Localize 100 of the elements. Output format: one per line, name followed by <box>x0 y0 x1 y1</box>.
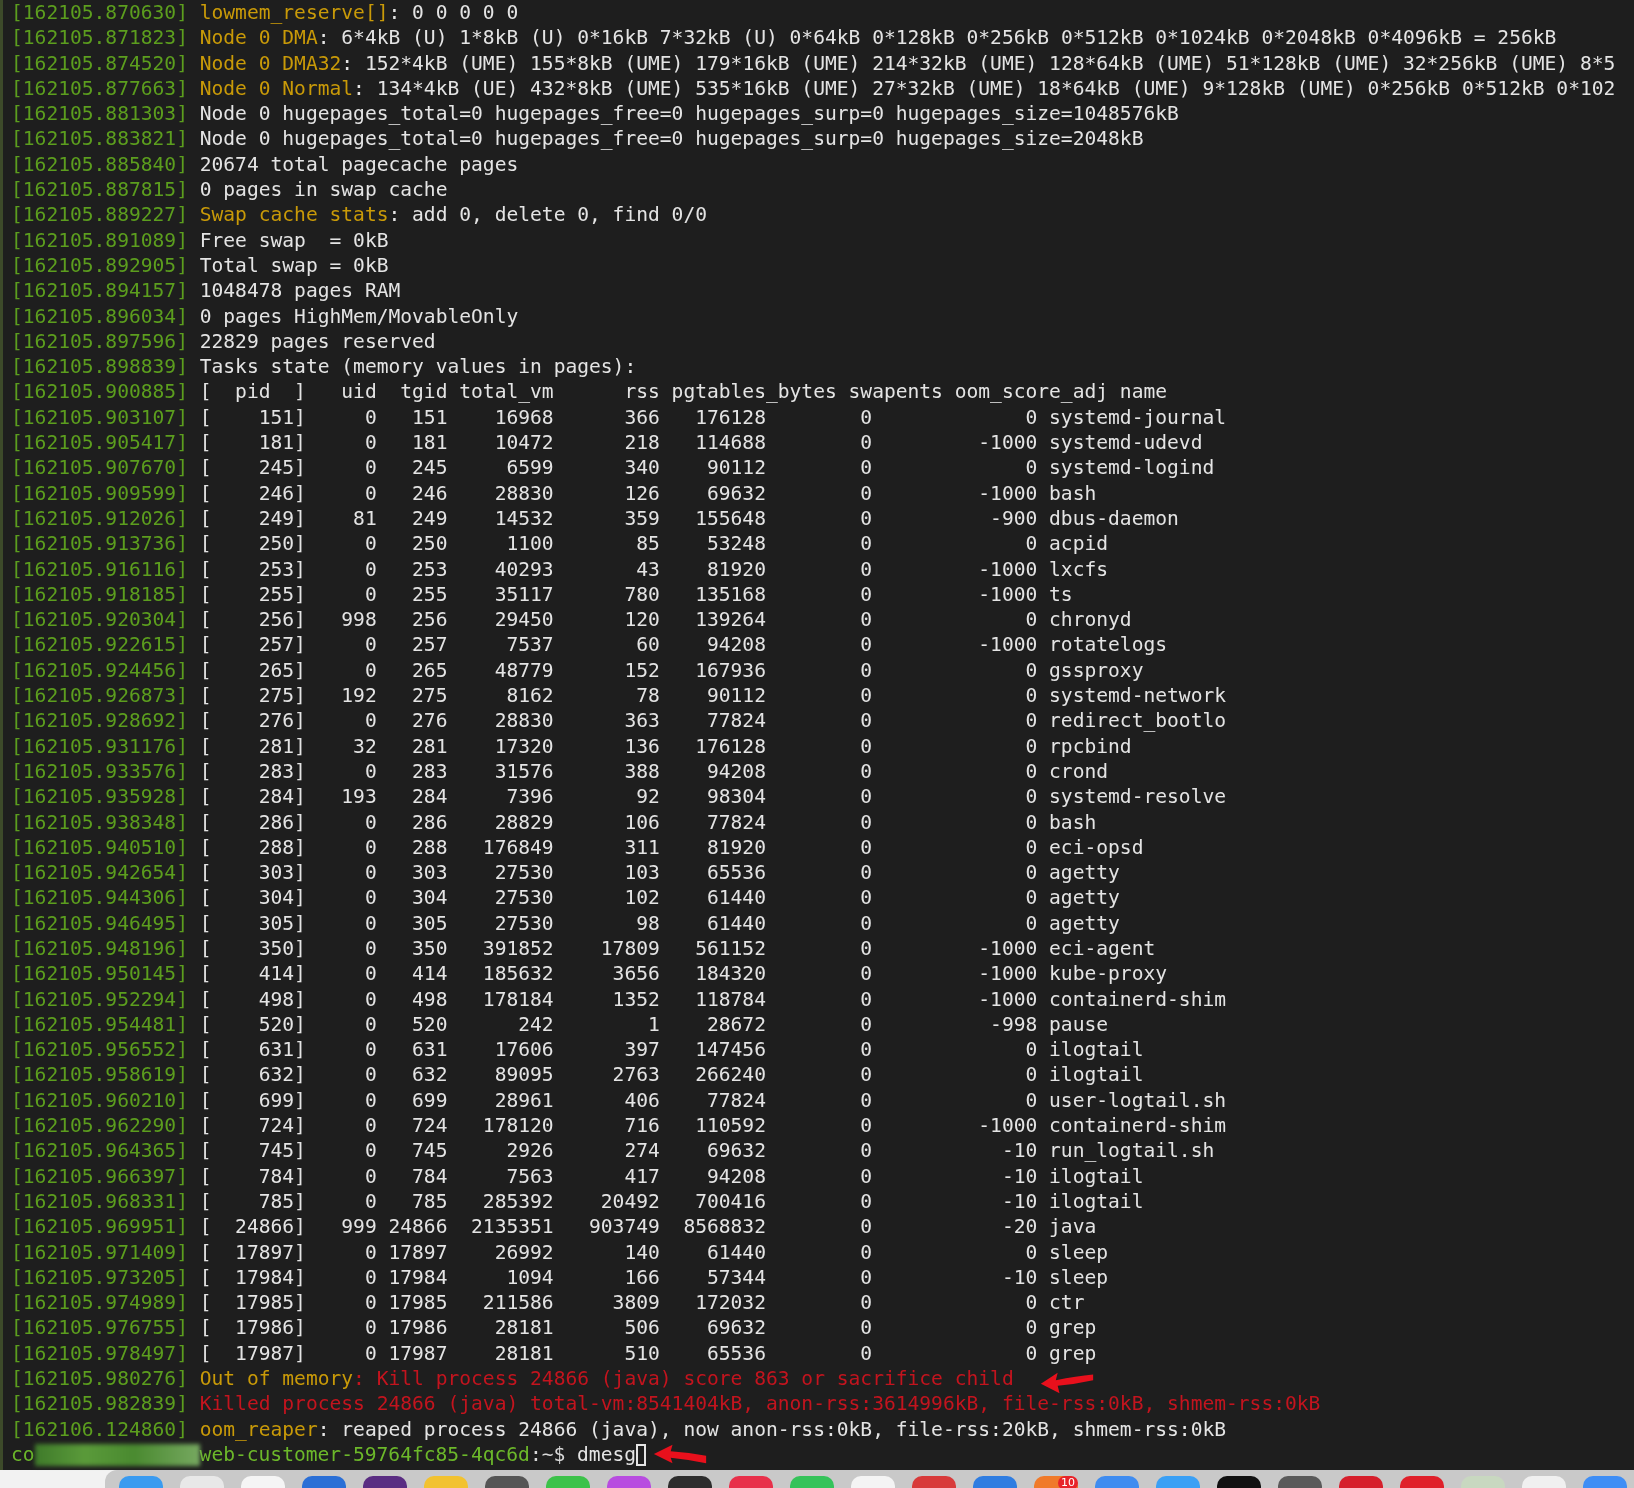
log-message: 1048478 pages RAM <box>199 279 401 303</box>
timestamp: [162105.958619] <box>11 1062 188 1088</box>
timestamp: [162105.966397] <box>11 1163 188 1189</box>
log-message: : Kill process 24866 (java) score 863 or sacrifice child <box>353 1367 1014 1391</box>
timestamp: [162105.916116] <box>11 556 188 582</box>
timestamp: [162105.960210] <box>11 1087 188 1114</box>
timestamp: [162105.897596] <box>11 328 188 355</box>
timestamp: [162105.905417] <box>11 430 188 456</box>
timestamp: [162105.942654] <box>11 860 188 886</box>
process-row: [ 17985] 0 17985 211586 3809 172032 0 0 ctr <box>199 1290 1085 1316</box>
timestamp: [162105.900885] <box>11 379 188 405</box>
app-icon[interactable]: 10 <box>1034 1476 1078 1488</box>
timestamp: [162105.976755] <box>11 1315 188 1341</box>
process-row: [ 276] 0 276 28830 363 77824 0 0 redirect_bootlo <box>199 708 1227 734</box>
log-message: 0 pages HighMem/MovableOnly <box>199 304 519 328</box>
process-row: [ 724] 0 724 178120 716 110592 0 -1000 containerd-shim <box>199 1113 1227 1139</box>
timestamp: [162105.881303] <box>11 101 188 127</box>
timestamp: [162105.933576] <box>11 758 188 785</box>
process-row: [ 785] 0 785 285392 20492 700416 0 -10 ilogtail <box>199 1188 1144 1215</box>
timestamp: [162105.968331] <box>11 1188 188 1215</box>
process-row: [ 17987] 0 17987 28181 510 65536 0 0 grep <box>199 1340 1097 1367</box>
log-message: : 6*4kB (U) 1*8kB (U) 0*16kB 7*32kB (U) 0*64kB 0*128kB 0*256kB 0*512kB 0*1024kB 0*2048kB 0*4096kB = 256kB <box>317 26 1557 50</box>
timestamp: [162105.920304] <box>11 607 188 633</box>
text-cursor <box>636 1443 647 1466</box>
notification-badge: 10 <box>1058 1476 1078 1488</box>
process-row: [ 17897] 0 17897 26992 140 61440 0 0 sleep <box>199 1239 1109 1265</box>
timestamp: [162105.877663] <box>11 75 188 102</box>
process-row: [ 245] 0 245 6599 340 90112 0 0 systemd-logind <box>199 455 1215 481</box>
timestamp: [162105.926873] <box>11 683 188 709</box>
timestamp: [162105.913736] <box>11 531 188 557</box>
process-row: [ 256] 998 256 29450 120 139264 0 0 chronyd <box>199 607 1132 633</box>
timestamp: [162105.980276] <box>11 1366 188 1392</box>
log-message: : add 0, delete 0, find 0/0 <box>388 203 707 227</box>
log-message: : 0 0 0 0 0 <box>388 1 519 24</box>
log-source: Node 0 DMA32 <box>199 51 342 75</box>
timestamp: [162105.918185] <box>11 581 188 608</box>
timestamp: [162105.885840] <box>11 151 188 178</box>
log-source: Out of memory <box>199 1367 354 1391</box>
timestamp: [162105.894157] <box>11 278 188 304</box>
timestamp: [162105.978497] <box>11 1340 188 1367</box>
timestamp: [162105.912026] <box>11 505 188 532</box>
process-row: [ 288] 0 288 176849 311 81920 0 0 eci-opsd <box>199 834 1144 861</box>
process-row: [ 745] 0 745 2926 274 69632 0 -10 run_logtail.sh <box>199 1138 1215 1164</box>
process-row: [ 699] 0 699 28961 406 77824 0 0 user-logtail.sh <box>199 1087 1227 1114</box>
process-row: [ 17984] 0 17984 1094 166 57344 0 -10 sleep <box>199 1264 1109 1291</box>
log-source: Node 0 Normal <box>199 76 354 100</box>
timestamp: [162105.971409] <box>11 1239 188 1265</box>
log-message: 0 pages in swap cache <box>199 178 448 202</box>
timestamp: [162105.928692] <box>11 708 188 734</box>
timestamp: [162105.969951] <box>11 1214 188 1240</box>
timestamp: [162105.907670] <box>11 455 188 481</box>
timestamp: [162105.954481] <box>11 1011 188 1038</box>
timestamp: [162105.874520] <box>11 50 188 76</box>
process-row: [ 275] 192 275 8162 78 90112 0 0 systemd-network <box>199 683 1227 709</box>
timestamp: [162105.892905] <box>11 252 188 279</box>
timestamp: [162106.124860] <box>11 1416 188 1442</box>
process-row: [ 631] 0 631 17606 397 147456 0 0 ilogtail <box>199 1037 1144 1063</box>
process-row: [ 498] 0 498 178184 1352 118784 0 -1000 containerd-shim <box>199 986 1227 1012</box>
process-row: [ 784] 0 784 7563 417 94208 0 -10 ilogtail <box>199 1163 1144 1189</box>
log-source: Node 0 DMA <box>199 26 318 50</box>
process-row: [ 249] 81 249 14532 359 155648 0 -900 dbus-daemon <box>199 505 1179 532</box>
log-message: Node 0 hugepages_total=0 hugepages_free=0 hugepages_surp=0 hugepages_size=2048kB <box>199 127 1144 151</box>
log-message: Total swap = 0kB <box>199 253 389 277</box>
process-row: [ 265] 0 265 48779 152 167936 0 0 gssproxy <box>199 657 1144 683</box>
process-row: [ 286] 0 286 28829 106 77824 0 0 bash <box>199 809 1097 835</box>
log-message: : reaped process 24866 (java), now anon-rss:0kB, file-rss:20kB, shmem-rss:0kB <box>317 1417 1227 1441</box>
timestamp: [162105.950145] <box>11 961 188 987</box>
log-message: Free swap = 0kB <box>199 228 389 252</box>
timestamp: [162105.956552] <box>11 1037 188 1063</box>
prompt-text: web-customer-59764fc85-4qc6d <box>199 1441 530 1468</box>
timestamp: [162105.952294] <box>11 986 188 1012</box>
process-row: [ 304] 0 304 27530 102 61440 0 0 agetty <box>199 885 1120 911</box>
timestamp: [162105.974989] <box>11 1290 188 1316</box>
process-row: [ 24866] 999 24866 2135351 903749 8568832 0 -20 java <box>199 1214 1097 1240</box>
process-row: [ 303] 0 303 27530 103 65536 0 0 agetty <box>199 860 1120 886</box>
prompt-text: co <box>11 1441 35 1468</box>
timestamp: [162105.944306] <box>11 885 188 911</box>
timestamp: [162105.898839] <box>11 354 188 380</box>
process-row: [ 250] 0 250 1100 85 53248 0 0 acpid <box>199 531 1109 557</box>
process-row: [ 253] 0 253 40293 43 81920 0 -1000 lxcfs <box>199 556 1109 582</box>
timestamp: [162105.948196] <box>11 936 188 962</box>
timestamp: [162105.973205] <box>11 1264 188 1291</box>
prompt-text: :~$ <box>529 1441 566 1468</box>
timestamp: [162105.962290] <box>11 1113 188 1139</box>
process-row: [ 414] 0 414 185632 3656 184320 0 -1000 kube-proxy <box>199 961 1168 987</box>
command-text: dmesg <box>577 1441 637 1468</box>
timestamp: [162105.903107] <box>11 404 188 431</box>
process-row: [ 151] 0 151 16968 366 176128 0 0 systemd-journal <box>199 404 1227 431</box>
timestamp: [162105.896034] <box>11 303 188 329</box>
process-row: [ 255] 0 255 35117 780 135168 0 -1000 ts <box>199 581 1073 608</box>
log-source: lowmem_reserve[] <box>199 1 389 24</box>
process-row: [ 305] 0 305 27530 98 61440 0 0 agetty <box>199 910 1120 936</box>
process-row: [ 520] 0 520 242 1 28672 0 -998 pause <box>199 1011 1109 1038</box>
log-message: : 134*4kB (UE) 432*8kB (UME) 535*16kB (UME) 27*32kB (UME) 18*64kB (UME) 9*128kB (UME) 0*256kB 0*512kB 0*102 <box>353 76 1616 100</box>
log-message: 22829 pages reserved <box>199 329 436 353</box>
log-message: Node 0 hugepages_total=0 hugepages_free=0 hugepages_surp=0 hugepages_size=1048576kB <box>199 102 1179 126</box>
process-row: [ 632] 0 632 89095 2763 266240 0 0 ilogtail <box>199 1062 1144 1088</box>
process-row: [ 283] 0 283 31576 388 94208 0 0 crond <box>199 758 1109 785</box>
log-message: : 152*4kB (UME) 155*8kB (UME) 179*16kB (UME) 214*32kB (UME) 128*64kB (UME) 51*128kB (UME) 32*256kB (UME) 8*5 <box>341 51 1616 75</box>
process-row: [ 257] 0 257 7537 60 94208 0 -1000 rotatelogs <box>199 632 1168 658</box>
